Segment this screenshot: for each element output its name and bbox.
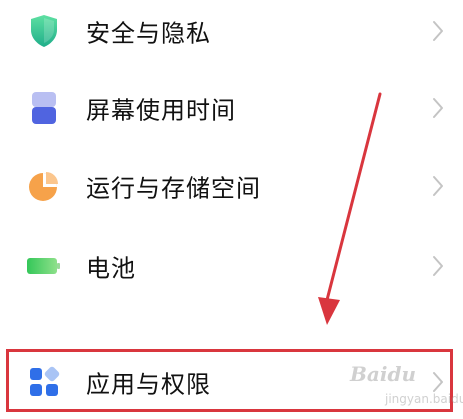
settings-item-label: 运行与存储空间 (86, 174, 261, 203)
settings-item-storage[interactable]: 运行与存储空间 (0, 156, 463, 216)
settings-list: 安全与隐私 屏幕使用时间 运行与存储空间 电池 应用与权限 (0, 0, 463, 419)
settings-item-label: 应用与权限 (86, 370, 211, 399)
chevron-right-icon (431, 96, 445, 120)
battery-icon (26, 248, 62, 284)
settings-item-security[interactable]: 安全与隐私 (0, 1, 463, 61)
settings-item-label: 安全与隐私 (86, 19, 211, 48)
settings-item-screen-time[interactable]: 屏幕使用时间 (0, 78, 463, 138)
settings-item-label: 屏幕使用时间 (86, 96, 236, 125)
settings-item-apps[interactable]: 应用与权限 (0, 352, 463, 412)
chevron-right-icon (431, 370, 445, 394)
apps-grid-icon (26, 364, 62, 400)
hourglass-icon (26, 90, 62, 126)
chevron-right-icon (431, 174, 445, 198)
settings-item-battery[interactable]: 电池 (0, 236, 463, 296)
chevron-right-icon (431, 19, 445, 43)
settings-item-label: 电池 (86, 254, 136, 283)
chevron-right-icon (431, 254, 445, 278)
shield-icon (26, 13, 62, 49)
pie-chart-icon (26, 168, 62, 204)
